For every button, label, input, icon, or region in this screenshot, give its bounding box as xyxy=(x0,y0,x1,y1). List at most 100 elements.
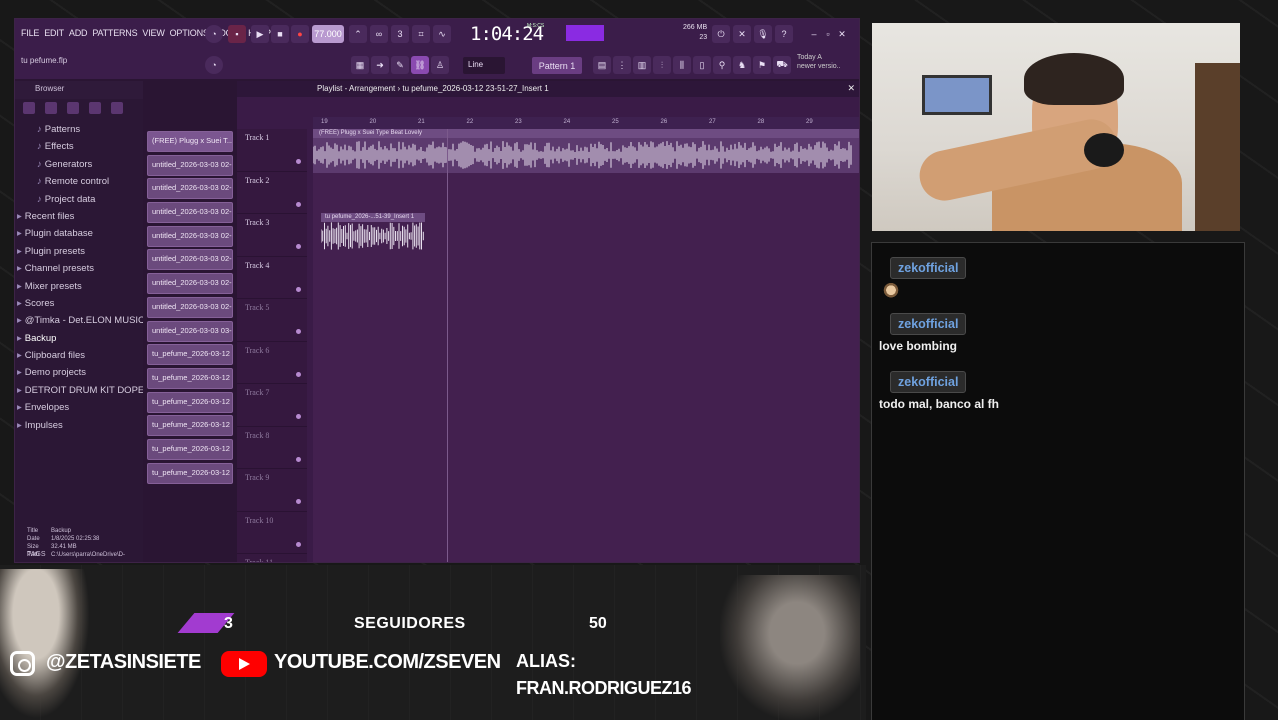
record-mode-icon[interactable]: ▪ xyxy=(228,25,246,43)
channel-button[interactable]: tu_pefume_2026-03-12 2... xyxy=(147,367,233,389)
browser-tab-all-icon[interactable] xyxy=(23,102,35,114)
track-mute-led[interactable] xyxy=(296,159,301,164)
browser-item[interactable]: ▸ Demo projects xyxy=(17,364,143,381)
stamp-icon[interactable]: ♙ xyxy=(431,56,449,74)
browser-item[interactable]: ▸ Impulses xyxy=(17,417,143,434)
track-mute-led[interactable] xyxy=(296,499,301,504)
channel-button[interactable]: tu_pefume_2026-03-12 2... xyxy=(147,415,233,437)
channel-button[interactable]: tu_pefume_2026-03-12 2... xyxy=(147,438,233,460)
track-header[interactable]: Track 10 xyxy=(237,512,307,554)
countdown-icon[interactable]: 3 xyxy=(391,25,409,43)
tools-icon[interactable]: ✕ xyxy=(733,25,751,43)
audio-clip-track1[interactable]: (FREE) Plugg x Suei Type Beat Lovely xyxy=(313,129,859,173)
chat-username[interactable]: zekofficial xyxy=(890,371,967,393)
channel-button[interactable]: untitled_2026-03-03 02-... xyxy=(147,202,233,224)
track-mute-led[interactable] xyxy=(296,414,301,419)
arrow-icon[interactable]: ➜ xyxy=(371,56,389,74)
browser-tab-node-icon[interactable] xyxy=(89,102,101,114)
chat-username[interactable]: zekofficial xyxy=(890,313,967,335)
browser-item[interactable]: ▸DETROIT DRUM KIT DOPEKIT xyxy=(17,382,143,399)
step-edit-icon[interactable]: ⌗ xyxy=(412,25,430,43)
track-header[interactable]: Track 2 xyxy=(237,172,307,214)
link-icon[interactable]: ⛓ xyxy=(411,56,429,74)
browser-item[interactable]: ♪ Project data xyxy=(17,191,143,208)
arrangement-grid[interactable]: (FREE) Plugg x Suei Type Beat Lovely tu … xyxy=(313,129,859,562)
record-button[interactable]: ● xyxy=(291,25,309,43)
browser-item[interactable]: ▸ Recent files xyxy=(17,208,143,225)
mixer-icon[interactable]: ⫶ xyxy=(653,56,671,74)
pencil-icon[interactable]: ✎ xyxy=(391,56,409,74)
document-icon[interactable]: ▯ xyxy=(693,56,711,74)
browser-item[interactable]: ▸ Backup xyxy=(17,330,143,347)
channel-button[interactable]: tu_pefume_2026-03-12 2... xyxy=(147,391,233,413)
channel-button[interactable]: tu_pefume_2026-03-12 2... xyxy=(147,462,233,484)
news-panel[interactable]: Today A newer versio.. xyxy=(797,53,841,71)
tempo-display[interactable]: 77.000 xyxy=(312,25,344,43)
channel-button[interactable]: untitled_2026-03-03 02-... xyxy=(147,273,233,295)
timeline-ruler[interactable]: 19 20 21 22 23 24 25 26 27 28 29 xyxy=(313,117,859,129)
pattern-selector[interactable]: Pattern 1 xyxy=(532,57,582,74)
menu-item-patterns[interactable]: PATTERNS xyxy=(92,28,137,38)
menu-item-file[interactable]: FILE xyxy=(21,28,39,38)
menu-item-edit[interactable]: EDIT xyxy=(44,28,64,38)
track-mute-led[interactable] xyxy=(296,541,301,547)
plug-icon[interactable]: ⚲ xyxy=(713,56,731,74)
mic-icon[interactable]: 🎙 xyxy=(754,25,772,43)
track-mute-led[interactable] xyxy=(296,286,301,292)
master-volume-knob[interactable]: ◔ xyxy=(205,56,223,74)
play-button[interactable]: ▶ xyxy=(251,25,269,43)
track-header[interactable]: Track 7 xyxy=(237,384,307,427)
track-mute-led[interactable] xyxy=(296,456,301,462)
track-header[interactable]: Track 5 xyxy=(237,299,307,342)
track-header[interactable]: Track 6 xyxy=(237,342,307,384)
chat-username[interactable]: zekofficial xyxy=(890,257,967,279)
channel-button[interactable]: (FREE) Plugg x Suei T... xyxy=(147,131,233,152)
browser-item[interactable]: ♪ Patterns xyxy=(17,121,143,138)
channel-button[interactable]: tu_pefume_2026-03-12 2... xyxy=(147,344,233,366)
channel-rack-icon[interactable]: ⋮ xyxy=(613,56,631,74)
track-mute-led[interactable] xyxy=(296,201,301,207)
close-icon[interactable]: ✕ xyxy=(833,25,851,43)
browser-item[interactable]: ♪ Remote control xyxy=(17,173,143,190)
track-mute-led[interactable] xyxy=(296,244,301,249)
track-header[interactable]: Track 8 xyxy=(237,427,307,469)
channel-button[interactable]: untitled_2026-03-03 02-... xyxy=(147,296,233,318)
track-header[interactable]: Track 4 xyxy=(237,257,307,299)
menu-item-view[interactable]: VIEW xyxy=(142,28,164,38)
menu-item-options[interactable]: OPTIONS xyxy=(170,28,209,38)
cpu-icon[interactable]: ⏻ xyxy=(712,25,730,43)
track-header[interactable]: Track 9 xyxy=(237,469,307,512)
audio-clip-track3[interactable]: tu pefume_2026-...51-39_Insert 1 xyxy=(320,213,425,253)
channel-button[interactable]: untitled_2026-03-03 02-... xyxy=(147,154,233,176)
piano-roll-icon[interactable]: ▦ xyxy=(351,56,369,74)
track-mute-led[interactable] xyxy=(296,371,301,377)
browser-item[interactable]: ▸ Plugin database xyxy=(17,225,143,242)
blend-icon[interactable]: ∿ xyxy=(433,25,451,43)
mixer-faders-icon[interactable]: ⫼ xyxy=(673,56,691,74)
browser-item[interactable]: ▸ Channel presets xyxy=(17,260,143,277)
browser-item[interactable]: ♪ Effects xyxy=(17,138,143,155)
track-header[interactable]: Track 1 xyxy=(237,129,307,172)
playlist-close-icon[interactable]: ✕ xyxy=(847,83,855,94)
track-header[interactable]: Track 3 xyxy=(237,214,307,257)
person-icon[interactable]: ♞ xyxy=(733,56,751,74)
waveform-icon[interactable]: ⌃ xyxy=(349,25,367,43)
browser-item[interactable]: ▸ Scores xyxy=(17,295,143,312)
browser-tab-star-icon[interactable] xyxy=(111,102,123,114)
browser-item[interactable]: ▸ Mixer presets xyxy=(17,278,143,295)
channel-button[interactable]: untitled_2026-03-03 02-... xyxy=(147,178,233,200)
playlist-icon[interactable]: ▤ xyxy=(593,56,611,74)
browser-item[interactable]: ▸ Plugin presets xyxy=(17,243,143,260)
playhead[interactable] xyxy=(447,129,448,562)
snap-select[interactable]: Line xyxy=(463,57,505,74)
flag-icon[interactable]: ⚑ xyxy=(753,56,771,74)
piano-icon[interactable]: ▥ xyxy=(633,56,651,74)
browser-item[interactable]: ▸ Clipboard files xyxy=(17,347,143,364)
track-mute-led[interactable] xyxy=(296,329,301,334)
track-header[interactable]: Track 11 xyxy=(237,554,307,562)
loop-icon[interactable]: ∞ xyxy=(370,25,388,43)
browser-item[interactable]: ♪ Generators xyxy=(17,156,143,173)
browser-tab-file-icon[interactable] xyxy=(45,102,57,114)
channel-button[interactable]: untitled_2026-03-03 02-... xyxy=(147,225,233,247)
channel-button[interactable]: untitled_2026-03-03 02-... xyxy=(147,249,233,271)
